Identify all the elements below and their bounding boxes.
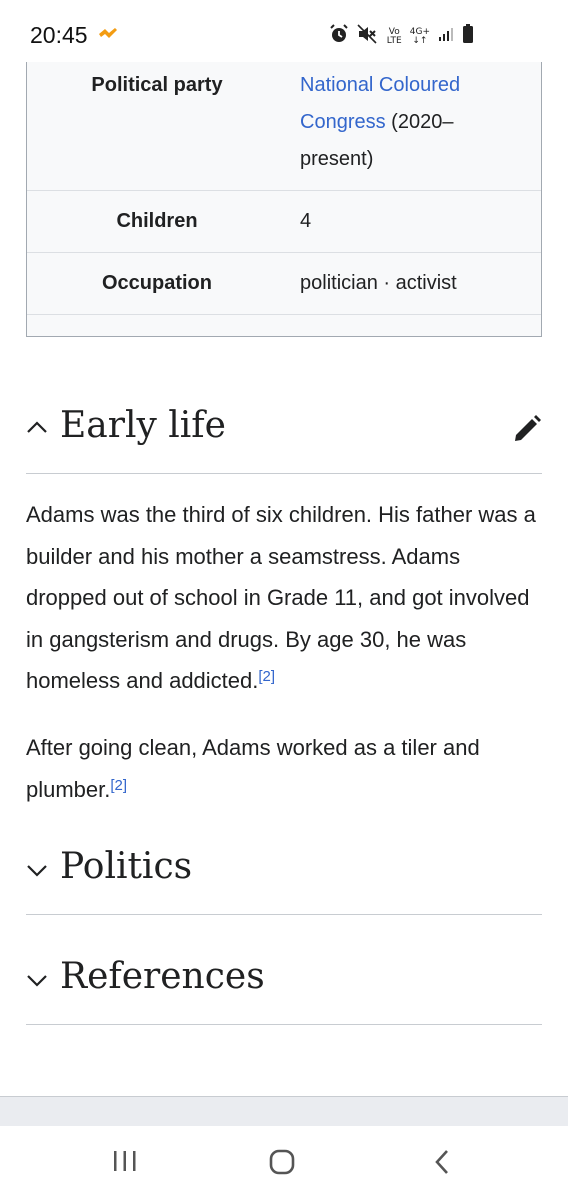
mute-icon (357, 24, 379, 49)
paragraph-text: Adams was the third of six children. His… (26, 502, 536, 693)
citation-link[interactable]: [2] (258, 668, 275, 685)
section-title: Early life (60, 405, 226, 446)
section-heading-references[interactable]: References (26, 946, 542, 1025)
infobox-value: 4 (300, 210, 312, 232)
status-time: 20:45 (30, 22, 88, 48)
navigation-bar (0, 1126, 568, 1200)
wear-os-icon (97, 27, 119, 46)
back-icon[interactable] (432, 1148, 452, 1181)
section-heading-early-life[interactable]: Early life (26, 392, 542, 474)
volte-indicator: Vo LTE (386, 27, 402, 46)
data-arrows-icon: ↓↑ (412, 35, 428, 46)
home-icon[interactable] (268, 1148, 296, 1181)
section-heading-politics[interactable]: Politics (26, 836, 542, 915)
infobox-label: Political party (91, 74, 223, 96)
lte-label: LTE (386, 35, 402, 46)
infobox-label: Occupation (101, 272, 212, 294)
infobox: Political party National Coloured Congre… (26, 62, 542, 337)
infobox-label: Children (116, 210, 198, 232)
edit-pencil-icon[interactable] (512, 414, 542, 449)
infobox-row-occupation: Occupation politician · activist (27, 253, 541, 315)
chevron-up-icon[interactable] (26, 420, 48, 439)
early-life-paragraph-1: Adams was the third of six children. His… (26, 494, 546, 702)
signal-icon (438, 26, 454, 47)
paragraph-text: After going clean, Adams worked as a til… (26, 735, 480, 802)
early-life-paragraph-2: After going clean, Adams worked as a til… (26, 727, 546, 810)
infobox-value: National Coloured Congress (2020–present… (300, 67, 520, 178)
infobox-row-children: Children 4 (27, 191, 541, 253)
chevron-down-icon[interactable] (26, 974, 48, 993)
section-title: References (60, 956, 265, 997)
page-footer (0, 1096, 568, 1127)
network-indicator: 4G+ ↓↑ (410, 27, 430, 46)
alarm-icon (329, 24, 349, 49)
section-title: Politics (60, 846, 193, 887)
infobox-row-party: Political party National Coloured Congre… (27, 62, 541, 191)
status-bar: 20:45 Vo LTE 4G+ ↓↑ (0, 0, 568, 62)
citation-link[interactable]: [2] (110, 777, 127, 794)
chevron-down-icon[interactable] (26, 864, 48, 883)
infobox-value: politician · activist (300, 272, 457, 294)
recent-apps-icon[interactable] (112, 1148, 138, 1179)
battery-icon (462, 24, 474, 49)
